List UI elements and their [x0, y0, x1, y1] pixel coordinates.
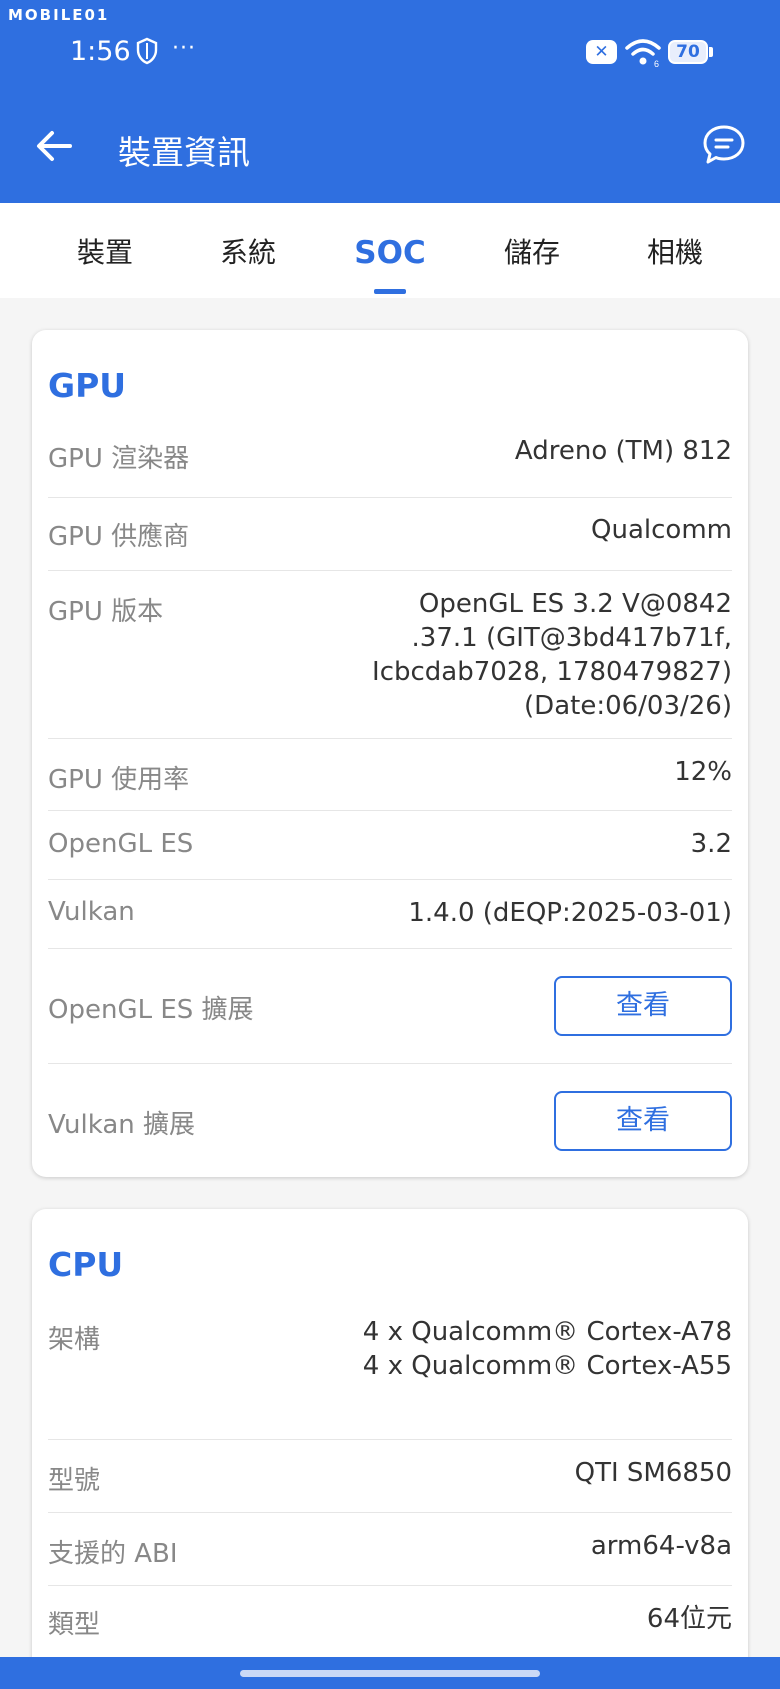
page-title: 裝置資訊: [118, 133, 250, 172]
tab-soc[interactable]: SOC: [319, 203, 461, 298]
gpu-usage-row: GPU 使用率 12%: [48, 739, 732, 811]
opengl-label: OpenGL ES: [48, 829, 194, 859]
gpu-renderer-value: Adreno (TM) 812: [514, 436, 732, 466]
tab-device[interactable]: 裝置: [34, 203, 176, 298]
vulkan-ext-row: Vulkan 擴展 查看: [48, 1064, 732, 1177]
cpu-arch-line: 4 x Qualcomm® Cortex-A78: [362, 1317, 732, 1347]
chat-icon[interactable]: [700, 122, 748, 170]
cpu-type-label: 類型: [48, 1610, 101, 1640]
cpu-type-value: 64位元: [646, 1604, 732, 1634]
vulkan-ext-view-button[interactable]: 查看: [554, 1091, 732, 1151]
gpu-version-line: .37.1 (GIT@3bd417b71f,: [411, 623, 732, 653]
battery-icon: 70: [668, 40, 708, 64]
wifi-icon: 6: [625, 39, 661, 68]
gpu-card-title: GPU: [48, 366, 127, 405]
cpu-arch-value: 4 x Qualcomm® Cortex-A78 4 x Qualcomm® C…: [363, 1315, 732, 1383]
cpu-card-title: CPU: [48, 1245, 124, 1284]
tab-storage[interactable]: 儲存: [461, 203, 603, 298]
screen: MOBILE01 1:56 ··· ✕ 6 70 裝置資訊 裝置 系統 SOC …: [0, 0, 780, 1689]
tab-indicator: [374, 289, 406, 294]
cpu-type-row: 類型 64位元: [48, 1586, 732, 1659]
opengl-ext-row: OpenGL ES 擴展 查看: [48, 949, 732, 1064]
gpu-usage-value: 12%: [674, 757, 732, 787]
cpu-abi-label: 支援的 ABI: [48, 1539, 178, 1569]
cpu-arch-label: 架構: [48, 1325, 101, 1355]
gpu-version-line: (Date:06/03/26): [524, 691, 732, 721]
cpu-model-value: QTI SM6850: [574, 1458, 732, 1488]
gpu-vendor-label: GPU 供應商: [48, 522, 190, 552]
gpu-usage-label: GPU 使用率: [48, 765, 190, 795]
opengl-value: 3.2: [690, 829, 732, 859]
gpu-version-row: GPU 版本 OpenGL ES 3.2 V@0842 .37.1 (GIT@3…: [48, 571, 732, 739]
tab-camera[interactable]: 相機: [604, 203, 746, 298]
opengl-ext-view-button[interactable]: 查看: [554, 976, 732, 1036]
gpu-version-value: OpenGL ES 3.2 V@0842 .37.1 (GIT@3bd417b7…: [372, 587, 732, 723]
cpu-abi-row: 支援的 ABI arm64-v8a: [48, 1513, 732, 1586]
back-arrow-icon[interactable]: [30, 122, 78, 170]
vulkan-label: Vulkan: [48, 897, 135, 927]
gpu-vendor-row: GPU 供應商 Qualcomm: [48, 498, 732, 571]
x-badge-icon: ✕: [586, 40, 617, 64]
vulkan-value: 1.4.0 (dEQP:2025-03-01): [408, 898, 732, 928]
app-bar: MOBILE01 1:56 ··· ✕ 6 70 裝置資訊: [0, 0, 780, 203]
system-nav-bar: [0, 1657, 780, 1689]
cpu-arch-line: 4 x Qualcomm® Cortex-A55: [362, 1351, 732, 1381]
gpu-renderer-label: GPU 渲染器: [48, 444, 190, 474]
vulkan-row: Vulkan 1.4.0 (dEQP:2025-03-01): [48, 880, 732, 949]
battery-tip: [709, 47, 713, 57]
vulkan-ext-label: Vulkan 擴展: [48, 1110, 195, 1140]
gpu-card: GPU GPU 渲染器 Adreno (TM) 812 GPU 供應商 Qual…: [32, 330, 748, 1177]
watermark: MOBILE01: [8, 6, 110, 24]
gpu-renderer-row: GPU 渲染器 Adreno (TM) 812: [48, 416, 732, 498]
gpu-vendor-value: Qualcomm: [591, 515, 732, 545]
gpu-version-line: Icbcdab7028, 1780479827): [372, 657, 732, 687]
tab-bar: 裝置 系統 SOC 儲存 相機: [0, 203, 780, 298]
shield-icon: [136, 37, 158, 65]
gpu-version-label: GPU 版本: [48, 597, 164, 627]
status-time: 1:56: [70, 36, 131, 67]
tab-system[interactable]: 系統: [177, 203, 319, 298]
cpu-card: CPU 架構 4 x Qualcomm® Cortex-A78 4 x Qual…: [32, 1209, 748, 1689]
cpu-abi-value: arm64-v8a: [590, 1531, 732, 1561]
cpu-arch-row: 架構 4 x Qualcomm® Cortex-A78 4 x Qualcomm…: [48, 1295, 732, 1440]
svg-text:6: 6: [654, 59, 659, 68]
cpu-model-label: 型號: [48, 1466, 101, 1496]
gpu-version-line: OpenGL ES 3.2 V@0842: [418, 589, 732, 619]
cpu-model-row: 型號 QTI SM6850: [48, 1440, 732, 1513]
status-more-icon: ···: [172, 36, 196, 61]
gesture-handle[interactable]: [240, 1670, 540, 1677]
opengl-row: OpenGL ES 3.2: [48, 811, 732, 880]
opengl-ext-label: OpenGL ES 擴展: [48, 995, 254, 1025]
